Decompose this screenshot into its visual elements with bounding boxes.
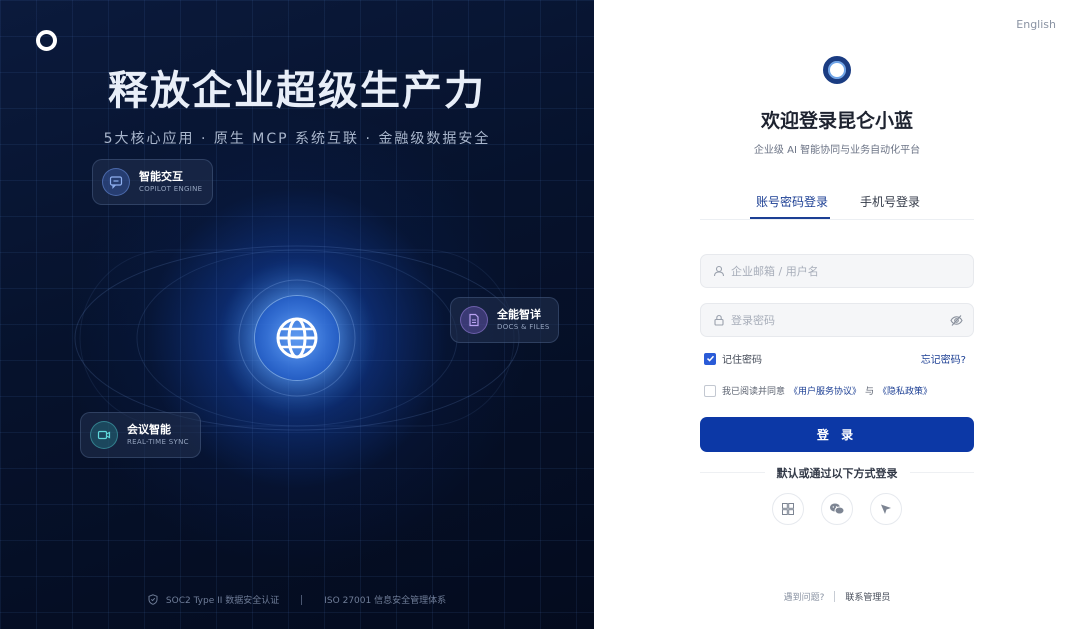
compliance-footer: SOC2 Type II 数据安全认证 ISO 27001 信息安全管理体系	[0, 593, 594, 606]
chat-icon	[102, 168, 130, 196]
language-switch[interactable]: English	[1016, 18, 1056, 31]
privacy-link[interactable]: 《隐私政策》	[878, 384, 932, 397]
feature-card-title: 会议智能	[127, 423, 171, 436]
iso-label: ISO 27001 信息安全管理体系	[324, 596, 447, 606]
feature-card-subtitle: COPILOT ENGINE	[139, 185, 203, 193]
shield-icon	[148, 594, 158, 605]
feature-card-meeting: 会议智能 REAL-TIME SYNC	[80, 412, 201, 458]
agreement-row: 我已阅读并同意 《用户服务协议》 与 《隐私政策》	[704, 384, 936, 397]
remember-password-row[interactable]: 记住密码	[704, 351, 762, 366]
password-input[interactable]	[731, 313, 931, 327]
password-field[interactable]	[700, 303, 974, 337]
feature-card-title: 全能智详	[497, 308, 541, 321]
feature-card-copilot: 智能交互 COPILOT ENGINE	[92, 159, 213, 205]
username-field[interactable]	[700, 254, 974, 288]
login-title: 欢迎登录昆仑小蓝	[760, 110, 913, 132]
eye-off-icon[interactable]	[950, 314, 963, 327]
terms-link[interactable]: 《用户服务协议》	[789, 384, 861, 397]
footer-divider	[834, 591, 836, 602]
forgot-password-link[interactable]: 忘记密码?	[921, 351, 966, 366]
agreement-text: 我已阅读并同意	[722, 387, 786, 397]
alt-login-label: 默认或通过以下方式登录	[764, 467, 910, 480]
brand-logo-icon	[823, 56, 851, 84]
windows-icon	[782, 503, 794, 515]
windows-login-button[interactable]	[772, 493, 804, 525]
video-icon	[90, 421, 118, 449]
agreement-checkbox[interactable]	[704, 384, 716, 397]
login-panel: English 欢迎登录昆仑小蓝 企业级 AI 智能协同与业务自动化平台 账号密…	[594, 0, 1080, 629]
wechat-icon	[830, 503, 845, 515]
feature-card-subtitle: DOCS & FILES	[497, 323, 550, 331]
lock-icon	[714, 314, 724, 326]
tab-phone-login[interactable]: 手机号登录	[860, 193, 920, 210]
help-link[interactable]: 遇到问题?	[784, 590, 825, 603]
hero-subtitle: 5大核心应用 · 原生 MCP 系统互联 · 金融级数据安全	[103, 131, 491, 147]
globe-icon	[255, 296, 339, 380]
help-footer: 遇到问题? 联系管理员	[594, 590, 1080, 603]
contact-admin-link[interactable]: 联系管理员	[845, 590, 890, 603]
user-icon	[713, 265, 725, 277]
remember-label: 记住密码	[722, 355, 762, 366]
feishu-icon	[881, 504, 891, 514]
active-tab-indicator	[750, 217, 830, 219]
feishu-login-button[interactable]	[870, 493, 902, 525]
hero-title: 释放企业超级生产力	[108, 68, 486, 114]
login-button[interactable]: 登 录	[700, 417, 974, 452]
wechat-login-button[interactable]	[821, 493, 853, 525]
footer-divider	[301, 594, 303, 605]
feature-card-subtitle: REAL-TIME SYNC	[127, 438, 189, 446]
username-input[interactable]	[731, 264, 931, 278]
document-icon	[460, 306, 488, 334]
feature-card-title: 智能交互	[139, 170, 183, 183]
login-tabs: 账号密码登录 手机号登录	[700, 193, 974, 220]
hero-panel: 释放企业超级生产力 5大核心应用 · 原生 MCP 系统互联 · 金融级数据安全…	[0, 0, 594, 629]
remember-checkbox[interactable]	[704, 352, 716, 365]
soc2-label: SOC2 Type II 数据安全认证	[165, 596, 280, 606]
alt-login-label-wrap: 默认或通过以下方式登录	[594, 465, 1080, 481]
login-tagline: 企业级 AI 智能协同与业务自动化平台	[753, 145, 921, 156]
tab-password-login[interactable]: 账号密码登录	[756, 193, 828, 210]
agreement-and: 与	[865, 387, 875, 397]
app-logo-icon	[36, 30, 57, 51]
feature-card-docs: 全能智详 DOCS & FILES	[450, 297, 559, 343]
